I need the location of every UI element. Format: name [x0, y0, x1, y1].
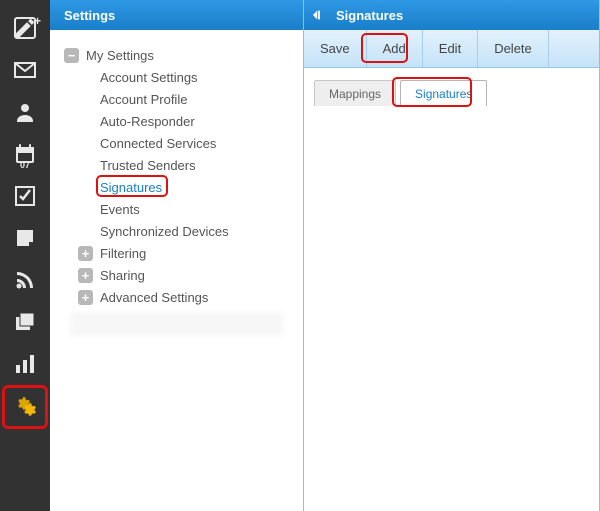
nav-contacts[interactable]: [5, 92, 45, 132]
files-icon: [13, 310, 37, 334]
bar-chart-icon: [13, 352, 37, 376]
settings-panel: Settings − My Settings Account Settings …: [50, 0, 304, 511]
content-title: Signatures: [336, 8, 403, 23]
expand-icon[interactable]: +: [78, 246, 93, 261]
tree-item-account-settings[interactable]: Account Settings: [78, 66, 295, 88]
tree-item-account-profile[interactable]: Account Profile: [78, 88, 295, 110]
settings-tree: − My Settings Account Settings Account P…: [50, 30, 303, 344]
redacted-area: [70, 312, 283, 336]
content-header: Signatures: [304, 0, 599, 30]
nav-settings[interactable]: [5, 386, 45, 426]
content-panel: Signatures Save Add Edit Delete Mappings…: [304, 0, 600, 511]
nav-notes[interactable]: [5, 218, 45, 258]
expand-icon[interactable]: +: [78, 290, 93, 305]
collapse-panel-icon[interactable]: [310, 6, 328, 24]
edit-button[interactable]: Edit: [423, 30, 478, 67]
tabs: Mappings Signatures: [304, 68, 599, 106]
nav-tasks[interactable]: [5, 176, 45, 216]
toolbar: Save Add Edit Delete: [304, 30, 599, 68]
tree-item-trusted-senders[interactable]: Trusted Senders: [78, 154, 295, 176]
nav-calendar[interactable]: 07: [5, 134, 45, 174]
settings-header: Settings: [50, 0, 303, 30]
nav-rss[interactable]: [5, 260, 45, 300]
nav-files[interactable]: [5, 302, 45, 342]
collapse-icon[interactable]: −: [64, 48, 79, 63]
tree-item-events[interactable]: Events: [78, 198, 295, 220]
tree-root-my-settings[interactable]: − My Settings: [64, 44, 295, 66]
tab-signatures[interactable]: Signatures: [400, 80, 487, 106]
tree-item-signatures[interactable]: Signatures: [78, 176, 295, 198]
tree-item-filtering[interactable]: + Filtering: [78, 242, 295, 264]
nav-mail[interactable]: [5, 50, 45, 90]
check-icon: [13, 184, 37, 208]
rss-icon: [13, 268, 37, 292]
nav-compose[interactable]: +: [5, 8, 45, 48]
person-icon: [13, 100, 37, 124]
mail-icon: [13, 58, 37, 82]
save-button[interactable]: Save: [304, 30, 367, 67]
nav-reports[interactable]: [5, 344, 45, 384]
delete-button[interactable]: Delete: [478, 30, 549, 67]
plus-icon: +: [34, 14, 41, 28]
settings-title: Settings: [64, 8, 115, 23]
tree-item-auto-responder[interactable]: Auto-Responder: [78, 110, 295, 132]
nav-rail: + 07: [0, 0, 50, 511]
tree-item-connected-services[interactable]: Connected Services: [78, 132, 295, 154]
add-button[interactable]: Add: [367, 30, 423, 67]
expand-icon[interactable]: +: [78, 268, 93, 283]
note-icon: [13, 226, 37, 250]
tree-item-advanced-settings[interactable]: + Advanced Settings: [78, 286, 295, 308]
tree-label: My Settings: [86, 48, 154, 63]
tab-mappings[interactable]: Mappings: [314, 80, 396, 106]
tree-item-sharing[interactable]: + Sharing: [78, 264, 295, 286]
calendar-day: 07: [5, 160, 45, 170]
tree-item-synchronized-devices[interactable]: Synchronized Devices: [78, 220, 295, 242]
gear-icon: [13, 394, 37, 418]
